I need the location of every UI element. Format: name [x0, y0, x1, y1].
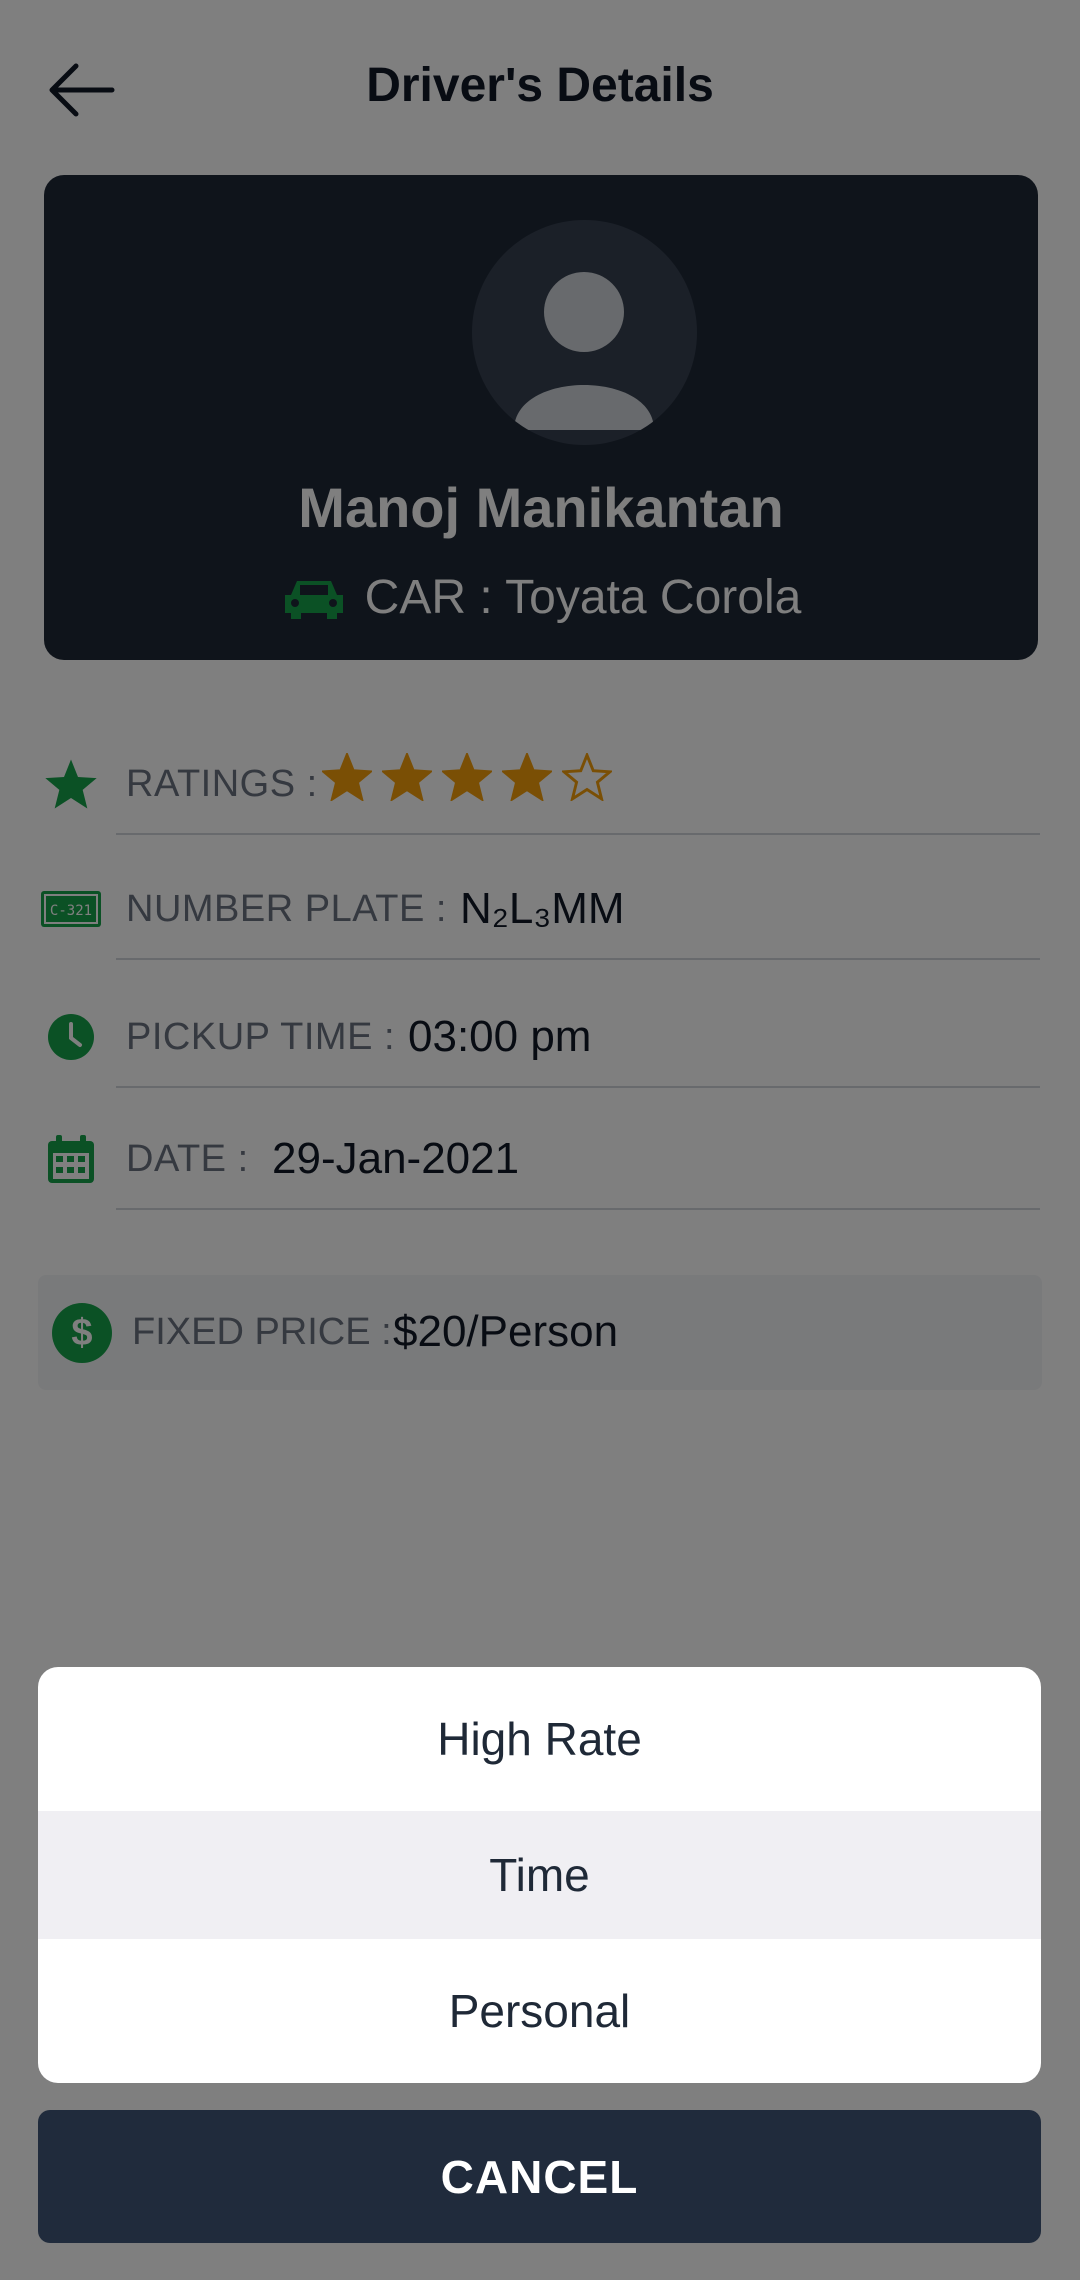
action-sheet: High Rate Time Personal — [38, 1667, 1041, 2083]
option-personal[interactable]: Personal — [38, 1939, 1041, 2083]
option-time[interactable]: Time — [38, 1811, 1041, 1939]
cancel-button[interactable]: CANCEL — [38, 2110, 1041, 2243]
option-high-rate[interactable]: High Rate — [38, 1667, 1041, 1811]
